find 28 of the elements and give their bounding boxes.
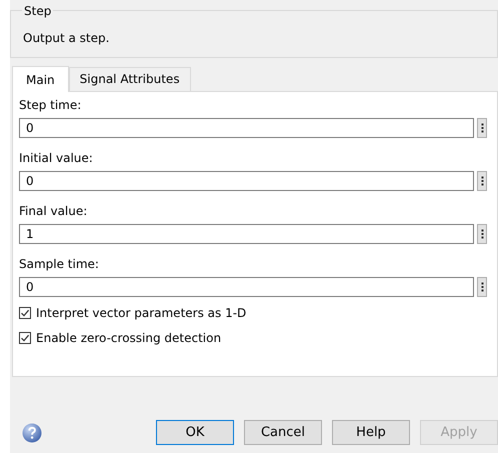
input-field[interactable]: 1 [19,224,474,244]
dialog-button[interactable]: Cancel [244,420,322,445]
field-label: Step time: [19,98,82,112]
help-icon[interactable] [22,422,42,442]
field-label: Sample time: [19,257,100,271]
ellipsis-icon [480,229,484,239]
more-button[interactable] [477,171,487,191]
checkbox[interactable] [19,307,31,319]
ellipsis-icon [480,123,484,133]
more-button[interactable] [477,224,487,244]
input-field[interactable]: 0 [19,118,474,138]
dialog-button[interactable]: OK [156,420,234,445]
group-title: Step [22,4,54,18]
more-button[interactable] [477,118,487,138]
checkbox-label: Interpret vector parameters as 1-D [36,306,246,320]
input-field[interactable]: 0 [19,171,474,191]
description-text: Output a step. [23,31,110,45]
field-label: Final value: [19,204,88,218]
checkbox[interactable] [19,332,31,344]
tab[interactable]: Main [12,66,69,92]
field-label: Initial value: [19,151,94,165]
input-field[interactable]: 0 [19,277,474,297]
tab[interactable]: Signal Attributes [68,67,191,91]
more-button[interactable] [477,277,487,297]
checkbox-label: Enable zero-crossing detection [36,331,222,345]
dialog-button[interactable]: Help [332,420,410,445]
ellipsis-icon [480,282,484,292]
ellipsis-icon [480,176,484,186]
